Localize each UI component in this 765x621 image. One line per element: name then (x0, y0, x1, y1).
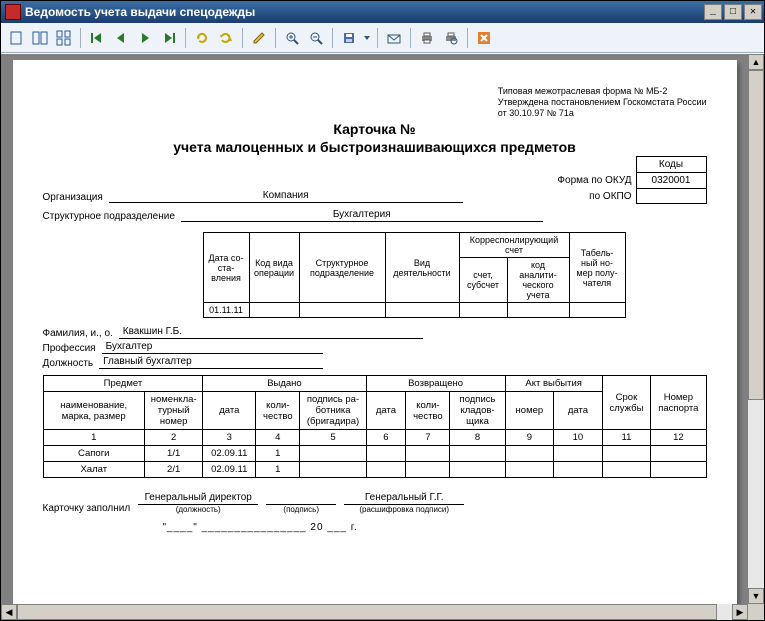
post-value: Главный бухгалтер (99, 356, 322, 369)
print-preview-icon[interactable] (440, 27, 462, 49)
document-page: Типовая межотраслевая форма № МБ-2 Утвер… (13, 60, 737, 615)
app-icon (5, 4, 21, 20)
scrollbar-corner (748, 604, 764, 620)
prev-page-icon[interactable] (110, 27, 132, 49)
send-icon[interactable] (383, 27, 405, 49)
zoom-in-icon[interactable] (281, 27, 303, 49)
dept-value: Бухгалтерия (181, 209, 543, 222)
refresh-all-icon[interactable] (215, 27, 237, 49)
codes-box: Коды Форма по ОКУД0320001 по ОКПО (551, 156, 706, 204)
multi-page-icon[interactable] (53, 27, 75, 49)
app-window: Ведомость учета выдачи спецодежды _ □ ✕ (0, 0, 765, 621)
table-row: Халат 2/1 02.09.11 1 (43, 462, 706, 478)
okud-label: Форма по ОКУД (551, 173, 636, 189)
toolbar (1, 23, 764, 53)
footer-date: "____" ________________ 20 ___ г. (163, 522, 707, 533)
codes-header: Коды (636, 157, 706, 173)
org-value: Компания (109, 190, 463, 203)
header-table: Дата со- ста- вления Код вида операции С… (203, 232, 707, 318)
horizontal-scrollbar[interactable]: ◀ ▶ (1, 604, 748, 620)
main-table: Предмет Выдано Возвращено Акт выбытия Ср… (43, 375, 707, 478)
edit-icon[interactable] (248, 27, 270, 49)
form-reference: Типовая межотраслевая форма № МБ-2 Утвер… (498, 86, 707, 118)
okud-value: 0320001 (636, 173, 706, 189)
colnum-row: 1 2 3 4 5 6 7 8 9 10 11 12 (43, 430, 706, 446)
compose-date: 01.11.11 (203, 303, 249, 318)
titlebar: Ведомость учета выдачи спецодежды _ □ ✕ (1, 1, 764, 23)
document-title: Карточка № учета малоценных и быстроизна… (43, 120, 707, 156)
post-label: Должность (43, 358, 100, 369)
last-page-icon[interactable] (158, 27, 180, 49)
footer-post: Генеральный директор (138, 492, 258, 505)
two-page-icon[interactable] (29, 27, 51, 49)
table-row: Сапоги 1/1 02.09.11 1 (43, 446, 706, 462)
vertical-scrollbar[interactable]: ▲ ▼ (748, 54, 764, 604)
single-page-icon[interactable] (5, 27, 27, 49)
document-viewer: Типовая межотраслевая форма № МБ-2 Утвер… (1, 53, 764, 620)
prof-label: Профессия (43, 343, 102, 354)
footer-name: Генеральный Г.Г. (344, 492, 464, 505)
footer-label: Карточку заполнил (43, 503, 131, 514)
maximize-button[interactable]: □ (724, 4, 742, 20)
save-icon[interactable] (338, 27, 360, 49)
scroll-up-icon[interactable]: ▲ (748, 54, 764, 70)
scroll-thumb-v[interactable] (748, 70, 764, 400)
fio-label: Фамилия, и., о. (43, 328, 119, 339)
scroll-right-icon[interactable]: ▶ (732, 604, 748, 620)
scroll-thumb-h[interactable] (17, 604, 717, 620)
dept-label: Структурное подразделение (43, 211, 181, 222)
okpo-label: по ОКПО (551, 189, 636, 204)
close-preview-icon[interactable] (473, 27, 495, 49)
okpo-value (636, 189, 706, 204)
footer: Карточку заполнил Генеральный директор (… (43, 492, 707, 533)
next-page-icon[interactable] (134, 27, 156, 49)
refresh-icon[interactable] (191, 27, 213, 49)
minimize-button[interactable]: _ (704, 4, 722, 20)
print-icon[interactable] (416, 27, 438, 49)
scroll-down-icon[interactable]: ▼ (748, 588, 764, 604)
org-label: Организация (43, 192, 109, 203)
save-dropdown-icon[interactable] (362, 27, 372, 49)
zoom-out-icon[interactable] (305, 27, 327, 49)
fio-value: Квакшин Г.Б. (119, 326, 423, 339)
window-title: Ведомость учета выдачи спецодежды (25, 5, 704, 19)
first-page-icon[interactable] (86, 27, 108, 49)
close-button[interactable]: ✕ (744, 4, 762, 20)
prof-value: Бухгалтер (102, 341, 323, 354)
scroll-left-icon[interactable]: ◀ (1, 604, 17, 620)
